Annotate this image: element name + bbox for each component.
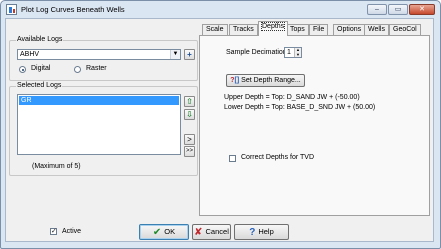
raster-radio[interactable] <box>74 66 81 73</box>
ok-button[interactable]: ✔ OK <box>139 224 189 240</box>
cancel-label: Cancel <box>205 227 229 236</box>
digital-radio[interactable] <box>19 66 26 73</box>
maximum-note: (Maximum of 5) <box>32 163 81 170</box>
tab-depths[interactable]: Depths <box>258 21 289 36</box>
close-button[interactable]: ✕ <box>409 4 435 15</box>
app-icon <box>6 4 17 15</box>
available-logs-group <box>9 40 198 81</box>
tab-panel-depths <box>199 35 430 216</box>
list-item[interactable]: GR <box>19 96 179 105</box>
available-logs-value: ABHV <box>20 51 40 58</box>
correct-tvd-checkbox[interactable] <box>229 155 236 162</box>
spin-arrows-icon[interactable]: ▲ ▼ <box>294 47 301 57</box>
bracket-icon: [] <box>234 77 240 84</box>
minimize-button[interactable]: – <box>367 4 387 15</box>
ok-label: OK <box>164 227 176 236</box>
available-logs-dropdown[interactable]: ABHV ▼ <box>17 49 181 60</box>
tab-wells[interactable]: Wells <box>364 24 389 35</box>
set-depth-range-button[interactable]: ?[] Set Depth Range... <box>226 74 305 87</box>
lower-depth-text: Lower Depth = Top: BASE_D_SND JW + (50.0… <box>224 104 376 111</box>
maximize-button[interactable]: ▭ <box>388 4 408 15</box>
question-icon: ? <box>249 227 256 238</box>
window-title: Plot Log Curves Beneath Wells <box>21 5 125 14</box>
chevron-down-icon[interactable]: ▼ <box>170 50 180 59</box>
help-button[interactable]: ? Help <box>234 224 289 240</box>
available-logs-label: Available Logs <box>16 36 64 43</box>
x-icon: ✘ <box>194 227 203 238</box>
selected-logs-label: Selected Logs <box>16 82 63 89</box>
selected-logs-list[interactable]: GR <box>17 94 181 155</box>
upper-depth-text: Upper Depth = Top: D_SAND JW + (-50.00) <box>224 94 360 101</box>
tab-scale[interactable]: Scale <box>202 24 228 35</box>
cancel-button[interactable]: ✘ Cancel <box>192 224 231 240</box>
digital-label: Digital <box>31 65 51 72</box>
add-log-button[interactable]: + <box>184 49 195 60</box>
tab-options[interactable]: Options <box>333 24 366 35</box>
tab-file[interactable]: File <box>309 24 329 35</box>
move-up-arrow-icon[interactable]: ⇧ <box>184 96 195 107</box>
correct-tvd-label: Correct Depths for TVD <box>241 154 315 161</box>
set-depth-range-label: Set Depth Range... <box>241 77 301 84</box>
active-label: Active <box>62 228 82 235</box>
raster-label: Raster <box>86 65 107 72</box>
help-label: Help <box>258 227 274 236</box>
check-icon: ✔ <box>152 227 162 238</box>
sample-decimation-label: Sample Decimation <box>226 49 287 56</box>
tab-depths-label: Depths <box>260 22 286 31</box>
title-bar[interactable]: Plot Log Curves Beneath Wells – ▭ ✕ <box>1 1 440 19</box>
sample-decimation-value: 1 <box>287 49 291 56</box>
tab-geocol[interactable]: GeoCol <box>389 24 421 35</box>
move-down-arrow-icon[interactable]: ⇩ <box>184 109 195 120</box>
move-right-all-button[interactable]: >> <box>184 146 195 157</box>
tab-tops[interactable]: Tops <box>286 24 309 35</box>
tab-tracks[interactable]: Tracks <box>229 24 258 35</box>
sample-decimation-stepper[interactable]: 1 ▲ ▼ <box>284 47 302 58</box>
active-checkbox[interactable]: ✓ <box>50 228 57 235</box>
move-right-button[interactable]: > <box>184 134 195 145</box>
